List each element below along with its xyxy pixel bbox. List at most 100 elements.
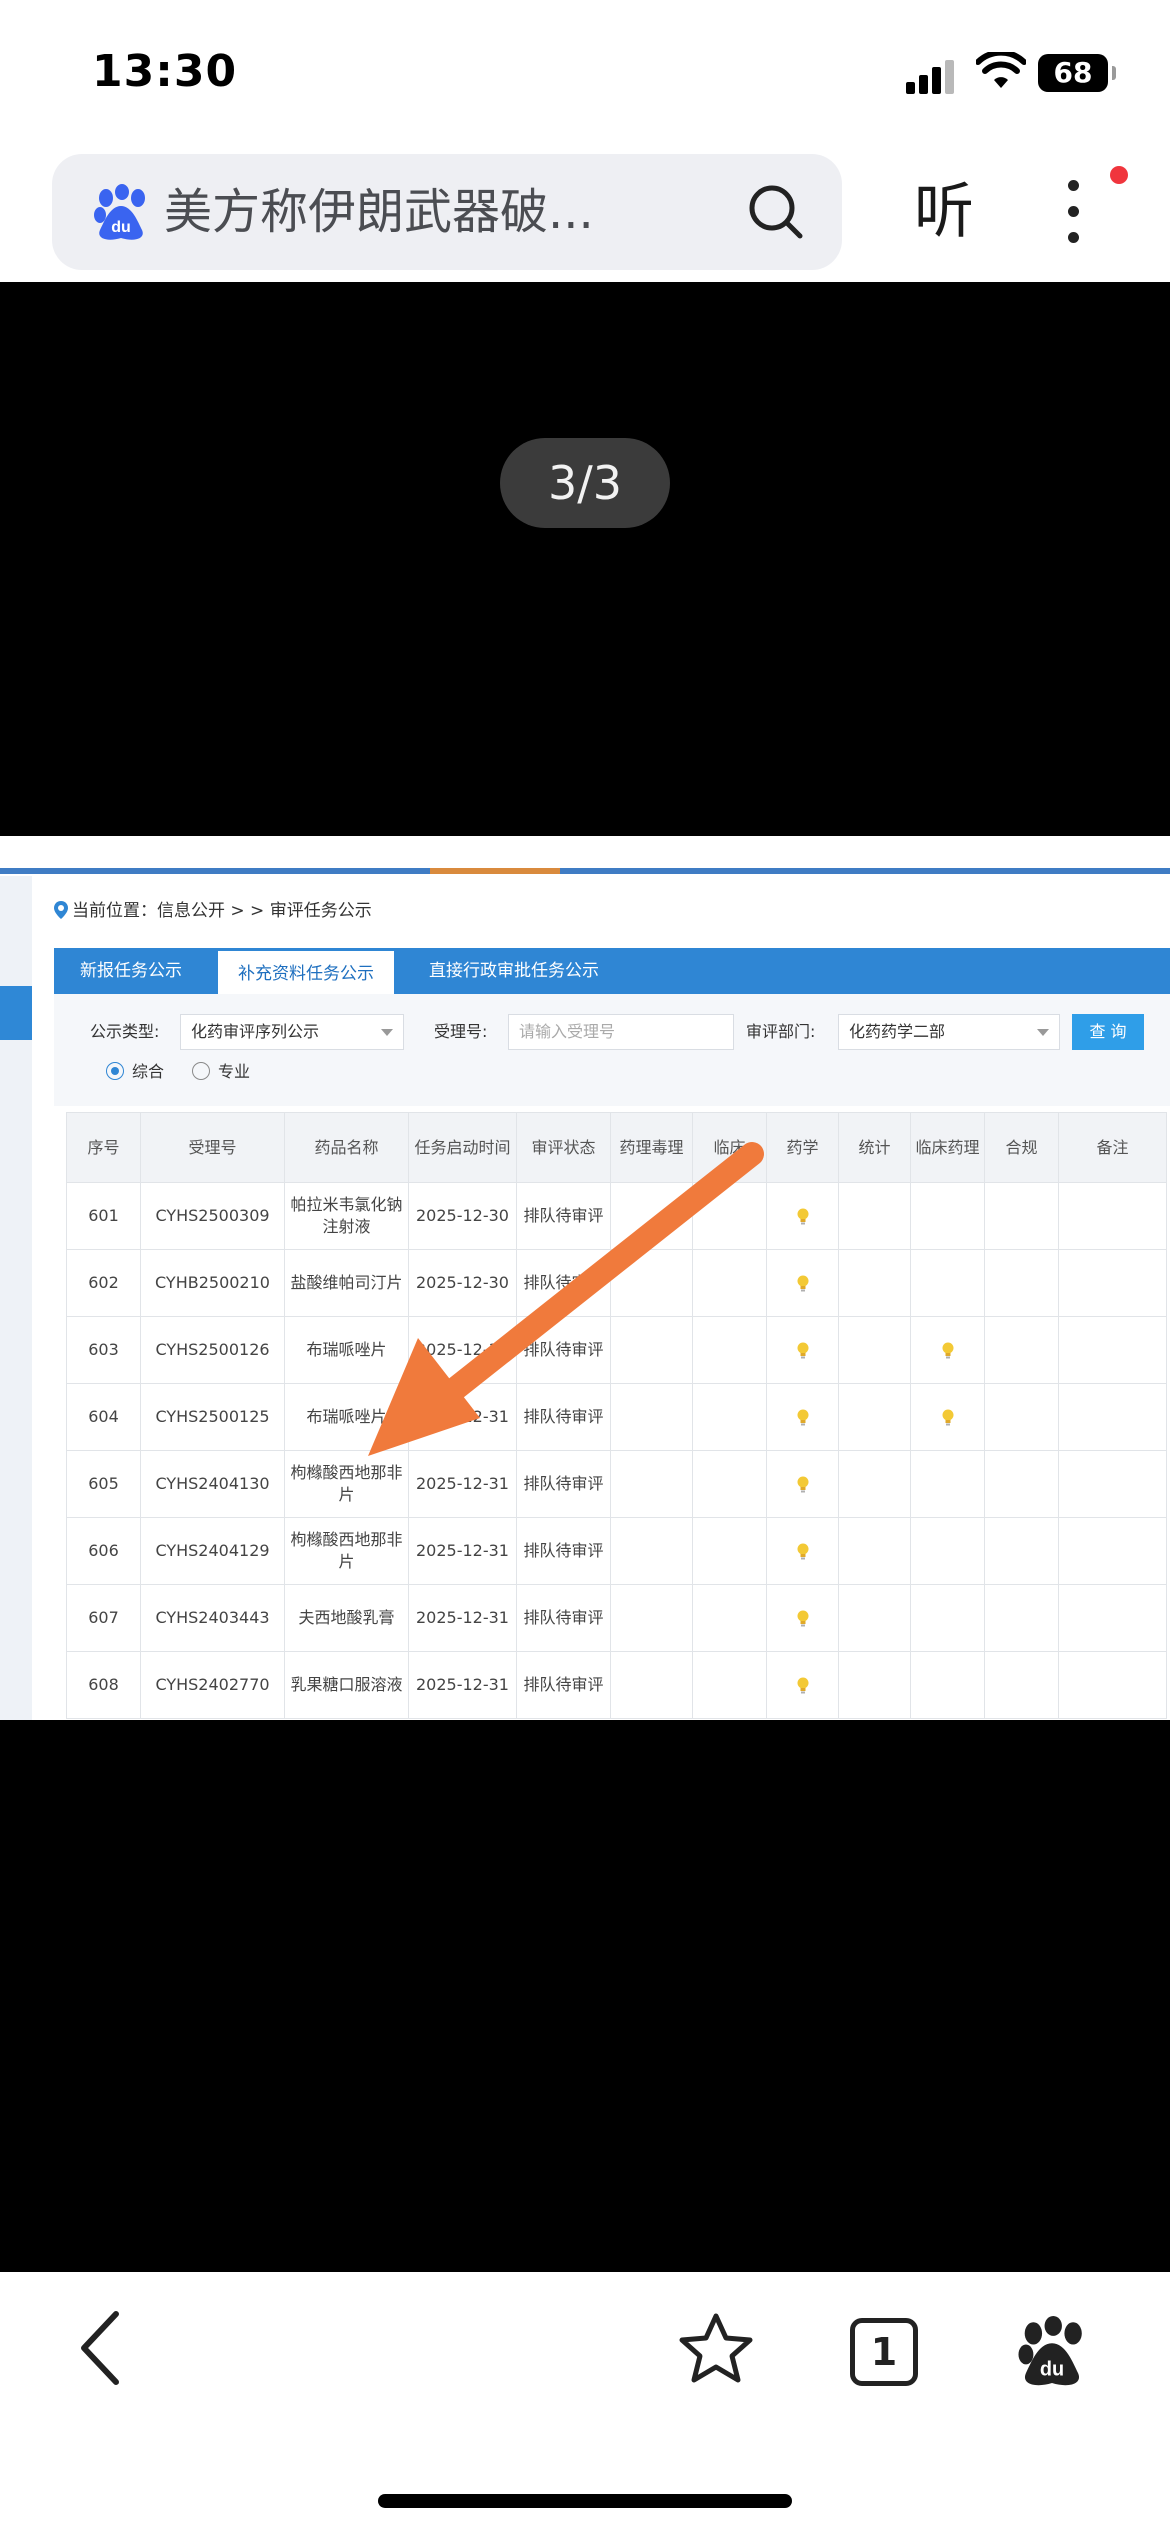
listen-button[interactable]: 听 bbox=[914, 168, 974, 256]
table-cell bbox=[910, 1316, 985, 1384]
table-cell-no: 606 bbox=[66, 1517, 141, 1585]
type-select[interactable]: 化药审评序列公示 bbox=[180, 1014, 404, 1050]
back-icon[interactable] bbox=[76, 2308, 124, 2388]
table-header-cell: 药学 bbox=[766, 1112, 839, 1183]
radio-icon bbox=[192, 1062, 210, 1080]
table-row[interactable]: 604 CYHS2500125 布瑞哌唑片 2025-12-31 排队待审评 bbox=[66, 1383, 1167, 1451]
table-cell bbox=[692, 1450, 767, 1518]
table-cell-date: 2025-12-31 bbox=[408, 1383, 517, 1451]
table-cell bbox=[838, 1383, 911, 1451]
table-cell bbox=[910, 1383, 985, 1451]
bulb-icon bbox=[796, 1610, 810, 1628]
table-cell-drug: 帕拉米韦氯化钠注射液 bbox=[284, 1182, 409, 1250]
dept-select[interactable]: 化药药学二部 bbox=[838, 1014, 1060, 1050]
table-cell bbox=[910, 1450, 985, 1518]
table-cell bbox=[766, 1517, 839, 1585]
table-cell-drug: 盐酸维帕司汀片 bbox=[284, 1249, 409, 1317]
bulb-icon bbox=[796, 1476, 810, 1494]
table-cell-accept: CYHS2404130 bbox=[140, 1450, 285, 1518]
table-cell bbox=[838, 1651, 911, 1719]
table-row[interactable]: 606 CYHS2404129 枸橼酸西地那非片 2025-12-31 排队待审评 bbox=[66, 1517, 1167, 1585]
task-table: 序号 受理号 药品名称 任务启动时间 审评状态 药理毒理 临床 药学 统计 临床药理 合规 备注 60… bbox=[66, 1112, 1167, 1719]
table-cell-accept: CYHS2500126 bbox=[140, 1316, 285, 1384]
table-cell bbox=[984, 1651, 1059, 1719]
table-cell bbox=[1058, 1316, 1167, 1384]
table-cell bbox=[984, 1383, 1059, 1451]
table-row[interactable]: 605 CYHS2404130 枸橼酸西地那非片 2025-12-31 排队待审评 bbox=[66, 1450, 1167, 1518]
notification-dot bbox=[1110, 166, 1128, 184]
table-cell-accept: CYHB2500210 bbox=[140, 1249, 285, 1317]
table-row[interactable]: 607 CYHS2403443 夫西地酸乳膏 2025-12-31 排队待审评 bbox=[66, 1584, 1167, 1652]
table-cell-date: 2025-12-30 bbox=[408, 1249, 517, 1317]
table-cell bbox=[692, 1651, 767, 1719]
breadcrumb-text: 当前位置：信息公开 > > 审评任务公示 bbox=[72, 901, 372, 921]
table-cell bbox=[1058, 1450, 1167, 1518]
accept-input[interactable]: 请输入受理号 bbox=[508, 1014, 734, 1050]
table-cell bbox=[1058, 1517, 1167, 1585]
more-icon[interactable] bbox=[1052, 176, 1092, 250]
status-time: 13:30 bbox=[92, 46, 238, 97]
table-cell bbox=[766, 1182, 839, 1250]
table-header-cell: 任务启动时间 bbox=[408, 1112, 517, 1183]
breadcrumb: 当前位置：信息公开 > > 审评任务公示 bbox=[54, 896, 372, 926]
table-cell-no: 607 bbox=[66, 1584, 141, 1652]
query-button[interactable]: 查 询 bbox=[1072, 1014, 1144, 1050]
star-icon[interactable] bbox=[678, 2312, 754, 2384]
table-cell bbox=[766, 1383, 839, 1451]
table-row[interactable]: 601 CYHS2500309 帕拉米韦氯化钠注射液 2025-12-30 排队待审评 bbox=[66, 1182, 1167, 1250]
table-cell bbox=[984, 1316, 1059, 1384]
radio-comprehensive[interactable]: 综合 bbox=[106, 1058, 164, 1086]
type-select-value: 化药审评序列公示 bbox=[191, 1022, 320, 1041]
type-label: 公示类型: bbox=[90, 1022, 160, 1041]
radio-professional[interactable]: 专业 bbox=[192, 1058, 250, 1086]
image-counter: 3/3 bbox=[500, 438, 670, 528]
search-icon[interactable] bbox=[744, 180, 808, 244]
table-header-cell: 临床 bbox=[692, 1112, 767, 1183]
table-cell bbox=[984, 1584, 1059, 1652]
site-top-bar bbox=[0, 868, 1170, 874]
table-cell-status: 排队待审评 bbox=[516, 1651, 611, 1719]
tab-new-task[interactable]: 新报任务公示 bbox=[54, 948, 208, 994]
radio-label: 综合 bbox=[132, 1062, 165, 1081]
table-row[interactable]: 608 CYHS2402770 乳果糖口服溶液 2025-12-31 排队待审评 bbox=[66, 1651, 1167, 1719]
home-indicator[interactable] bbox=[378, 2494, 792, 2508]
table-header-cell: 统计 bbox=[838, 1112, 911, 1183]
table-cell bbox=[910, 1249, 985, 1317]
tab-count-icon[interactable]: 1 bbox=[850, 2318, 918, 2386]
table-cell bbox=[1058, 1584, 1167, 1652]
table-cell-no: 603 bbox=[66, 1316, 141, 1384]
table-row[interactable]: 603 CYHS2500126 布瑞哌唑片 2025-12-31 排队待审评 bbox=[66, 1316, 1167, 1384]
table-cell bbox=[984, 1517, 1059, 1585]
baidu-paw-icon[interactable]: du bbox=[1016, 2316, 1088, 2388]
radio-icon bbox=[106, 1062, 124, 1080]
table-cell bbox=[984, 1249, 1059, 1317]
address-query[interactable]: 美方称伊朗武器破... bbox=[164, 180, 724, 244]
svg-text:du: du bbox=[111, 219, 131, 236]
table-cell-accept: CYHS2500125 bbox=[140, 1383, 285, 1451]
table-cell-no: 602 bbox=[66, 1249, 141, 1317]
table-cell-accept: CYHS2500309 bbox=[140, 1182, 285, 1250]
location-pin-icon bbox=[54, 901, 68, 919]
address-bar[interactable]: du 美方称伊朗武器破... bbox=[52, 154, 842, 270]
table-cell bbox=[838, 1249, 911, 1317]
table-cell bbox=[1058, 1651, 1167, 1719]
table-header-cell: 药理毒理 bbox=[610, 1112, 693, 1183]
wifi-icon bbox=[976, 52, 1026, 88]
table-row[interactable]: 602 CYHB2500210 盐酸维帕司汀片 2025-12-30 排队待审评 bbox=[66, 1249, 1167, 1317]
viewed-image[interactable]: 当前位置：信息公开 > > 审评任务公示 新报任务公示 补充资料任务公示 直接行… bbox=[0, 836, 1170, 1720]
table-cell-status: 排队待审评 bbox=[516, 1316, 611, 1384]
table-cell bbox=[692, 1383, 767, 1451]
table-header-cell: 序号 bbox=[66, 1112, 141, 1183]
tab-direct-approval-task[interactable]: 直接行政审批任务公示 bbox=[404, 948, 624, 994]
table-cell bbox=[984, 1182, 1059, 1250]
table-cell bbox=[838, 1182, 911, 1250]
table-cell-status: 排队待审评 bbox=[516, 1383, 611, 1451]
table-cell bbox=[910, 1182, 985, 1250]
table-cell-status: 排队待审评 bbox=[516, 1182, 611, 1250]
table-cell bbox=[910, 1651, 985, 1719]
table-cell-accept: CYHS2403443 bbox=[140, 1584, 285, 1652]
tab-supplement-task[interactable]: 补充资料任务公示 bbox=[218, 948, 394, 994]
table-cell-status: 排队待审评 bbox=[516, 1584, 611, 1652]
tab-bar: 新报任务公示 补充资料任务公示 直接行政审批任务公示 bbox=[54, 948, 1170, 994]
table-cell bbox=[766, 1450, 839, 1518]
